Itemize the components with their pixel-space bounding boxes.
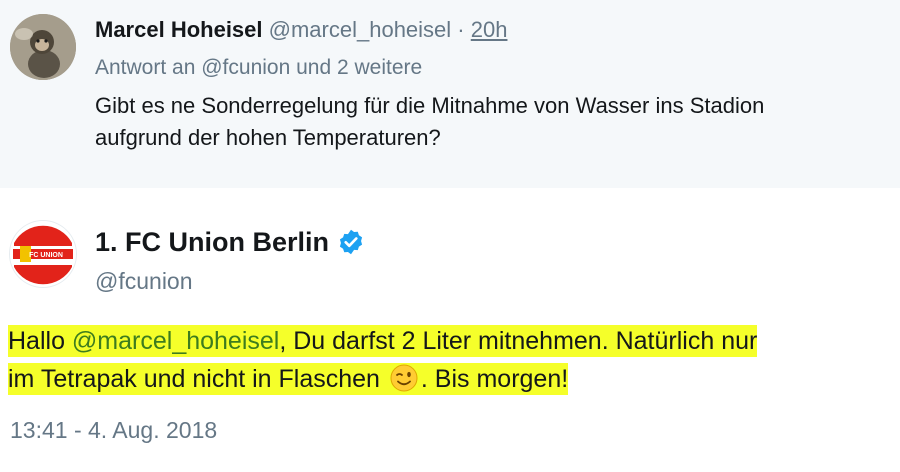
reply-text-line: Gibt es ne Sonderregelung für die Mitnah… <box>95 93 765 118</box>
reply-author-handle[interactable]: @marcel_hoheisel <box>269 17 452 42</box>
monkey-avatar-icon <box>10 14 76 80</box>
verified-badge-icon <box>337 228 365 256</box>
reply-time[interactable]: 20h <box>471 17 508 42</box>
main-author-row: 1. FC Union Berlin <box>95 225 365 259</box>
tweet-timestamp[interactable]: 13:41 - 4. Aug. 2018 <box>10 415 217 445</box>
text-line2-b: . Bis morgen! <box>420 365 569 393</box>
reply-to-prefix: Antwort an <box>95 56 196 79</box>
main-tweet-text: Hallo @marcel_hoheisel, Du darfst 2 Lite… <box>8 322 900 398</box>
text-greeting: Hallo <box>8 327 72 355</box>
reply-tweet: Marcel Hoheisel @marcel_hoheisel · 20h A… <box>0 0 900 188</box>
main-author-name[interactable]: 1. FC Union Berlin <box>95 225 329 259</box>
text-line2-a: im Tetrapak und nicht in Flaschen <box>8 365 387 393</box>
fc-union-logo-icon: FC UNION <box>10 221 76 287</box>
main-author-avatar[interactable]: FC UNION <box>10 221 76 287</box>
winking-face-emoji-icon <box>389 363 419 393</box>
reply-author-name[interactable]: Marcel Hoheisel <box>95 17 263 42</box>
main-author-handle[interactable]: @fcunion <box>95 266 193 296</box>
reply-to-others[interactable]: und 2 weitere <box>296 56 422 79</box>
main-text-line: im Tetrapak und nicht in Flaschen . Bis … <box>8 360 900 398</box>
reply-header: Marcel Hoheisel @marcel_hoheisel · 20h <box>95 16 507 44</box>
separator-dot: · <box>457 17 465 42</box>
main-text-line: Hallo @marcel_hoheisel, Du darfst 2 Lite… <box>8 322 900 360</box>
text-line1-rest: , Du darfst 2 Liter mitnehmen. Natürlich… <box>279 327 758 355</box>
reply-author-avatar[interactable] <box>10 14 76 80</box>
reply-to-mention[interactable]: @fcunion <box>201 56 290 79</box>
reply-tweet-text: Gibt es ne Sonderregelung für die Mitnah… <box>95 90 895 154</box>
reply-text-line: aufgrund der hohen Temperaturen? <box>95 125 441 150</box>
logo-text: FC UNION <box>29 252 63 259</box>
text-mention-link[interactable]: @marcel_hoheisel <box>72 327 279 355</box>
reply-to-line: Antwort an @fcunion und 2 weitere <box>95 55 422 81</box>
